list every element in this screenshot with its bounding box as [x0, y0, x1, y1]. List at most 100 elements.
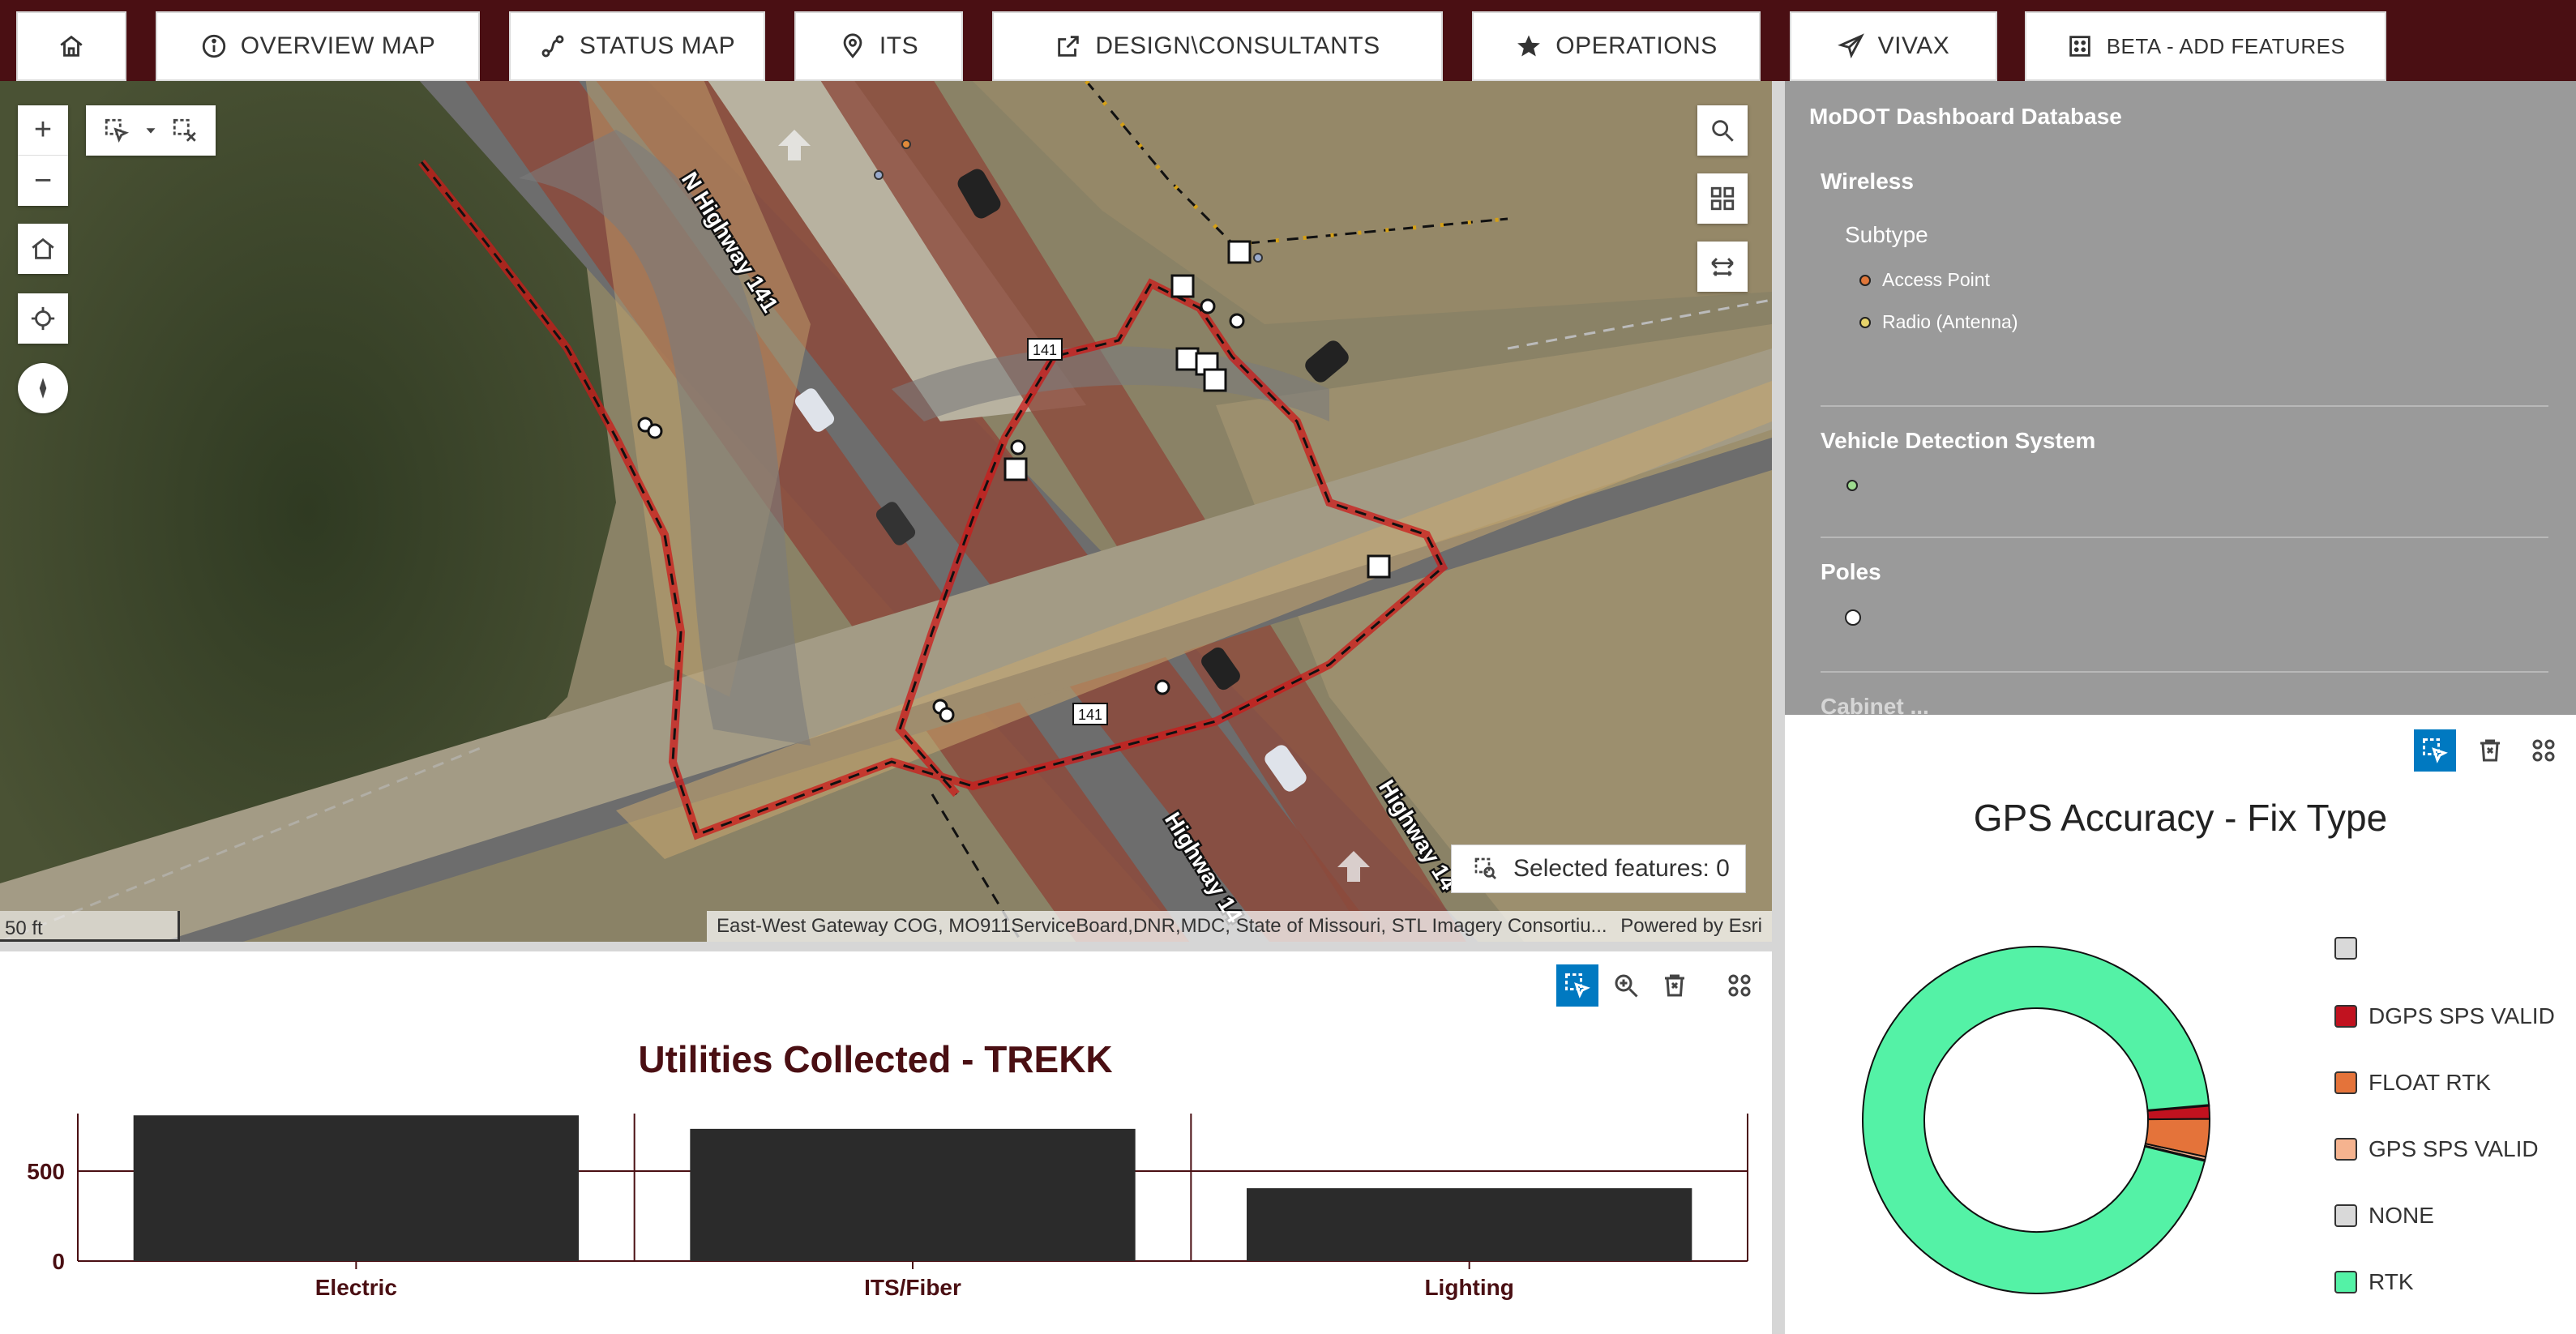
search-icon	[1712, 120, 1734, 142]
legend-swatch	[2334, 937, 2357, 960]
select-chart-button[interactable]	[2414, 729, 2456, 772]
highway-shield-2: 141	[1078, 707, 1102, 723]
home-view-button[interactable]	[18, 224, 68, 274]
x-tick-label: Lighting	[1424, 1275, 1513, 1300]
selection-toolbar	[86, 105, 216, 156]
crosshair-icon	[31, 306, 55, 331]
select-chart-button[interactable]	[1556, 964, 1598, 1007]
trash-icon	[1665, 974, 1684, 997]
legend-divider	[1821, 671, 2548, 673]
nav-overview-map-label: OVERVIEW MAP	[240, 32, 436, 59]
map-view[interactable]: 141 141 N Highway 141 Highway 14 Highway…	[0, 81, 1772, 942]
horizontal-splitter[interactable]	[0, 942, 1772, 951]
pie-legend-item[interactable]	[2334, 937, 2368, 960]
legend-panel: MoDOT Dashboard Database Wireless Subtyp…	[1785, 81, 2576, 715]
legend-item-access-point: Access Point	[1859, 269, 1990, 291]
zoom-control: + −	[18, 105, 68, 206]
access-point-label: Access Point	[1882, 269, 1990, 290]
zoom-out-button[interactable]: −	[18, 156, 68, 206]
info-icon	[202, 34, 225, 58]
send-icon	[1837, 33, 1864, 59]
x-tick-label: Electric	[315, 1275, 397, 1300]
radio-label: Radio (Antenna)	[1882, 311, 2018, 332]
highway-shield-1: 141	[1033, 342, 1057, 358]
star-icon	[1517, 35, 1541, 57]
scale-bar: 50 ft	[0, 911, 180, 942]
legend-wireless-heading: Wireless	[1821, 169, 1914, 194]
pin-icon	[843, 33, 862, 58]
powered-by-esri[interactable]: Powered by Esri	[1620, 915, 1762, 938]
bar-lighting[interactable]	[1247, 1188, 1692, 1261]
clear-selection-icon[interactable]	[171, 117, 199, 144]
legend-label: FLOAT RTK	[2368, 1070, 2491, 1095]
nav-overview-map[interactable]: OVERVIEW MAP	[156, 11, 480, 81]
legend-item-radio: Radio (Antenna)	[1859, 311, 2018, 333]
nav-design-consultants[interactable]: DESIGN\CONSULTANTS	[992, 11, 1443, 81]
chart-options-button[interactable]	[1718, 964, 1761, 1007]
selected-features-widget[interactable]: Selected features: 0	[1451, 844, 1746, 893]
pie-legend-item[interactable]: FLOAT RTK	[2334, 1070, 2491, 1096]
zoom-in-button[interactable]: +	[18, 105, 68, 156]
attribution-text: East-West Gateway COG, MO911ServiceBoard…	[717, 915, 1607, 937]
scale-bar-label: 50 ft	[5, 917, 43, 939]
zoom-to-selection-button[interactable]	[1605, 964, 1647, 1007]
bar-electric[interactable]	[133, 1115, 579, 1261]
utilities-bar-chart[interactable]: 0 500 Electric ITS/Fiber Lighting	[0, 1114, 1772, 1334]
pie-legend-item[interactable]: GPS SPS VALID	[2334, 1136, 2539, 1162]
radio-symbol	[1859, 316, 1871, 328]
nav-design-consultants-label: DESIGN\CONSULTANTS	[1095, 32, 1380, 59]
measure-button[interactable]	[1697, 242, 1748, 292]
pie-legend-item[interactable]: NONE	[2334, 1203, 2434, 1229]
search-button[interactable]	[1697, 105, 1748, 156]
nav-its[interactable]: ITS	[794, 11, 963, 81]
nav-beta-add-features[interactable]: BETA - ADD FEATURES	[2025, 11, 2386, 81]
nav-vivax-label: VIVAX	[1877, 32, 1950, 59]
aerial-imagery: 141 141 N Highway 141 Highway 14 Highway…	[0, 81, 1772, 942]
y-tick-label: 500	[27, 1159, 65, 1184]
legend-swatch	[2334, 1204, 2357, 1227]
legend-divider	[1821, 537, 2548, 538]
clear-chart-selection-button[interactable]	[1654, 964, 1696, 1007]
legend-label: RTK	[2368, 1269, 2414, 1294]
chart-options-button[interactable]	[2523, 729, 2565, 772]
map-attribution: East-West Gateway COG, MO911ServiceBoard…	[707, 911, 1772, 942]
pie-legend-item[interactable]: RTK	[2334, 1269, 2414, 1295]
legend-swatch	[2334, 1271, 2357, 1293]
nav-beta-label: BETA - ADD FEATURES	[2106, 33, 2346, 58]
select-pointer-icon[interactable]	[103, 117, 131, 144]
basemap-icon	[1710, 186, 1735, 211]
basemap-gallery-button[interactable]	[1697, 173, 1748, 224]
pie-legend-item[interactable]: DGPS SPS VALID	[2334, 1003, 2555, 1029]
nav-status-map-label: STATUS MAP	[579, 32, 736, 59]
nav-vivax[interactable]: VIVAX	[1790, 11, 1997, 81]
selected-features-text: Selected features: 0	[1513, 855, 1730, 882]
legend-title: MoDOT Dashboard Database	[1809, 104, 2122, 129]
access-point-symbol	[1859, 274, 1871, 286]
locate-button[interactable]	[18, 293, 68, 344]
grid-dots-icon	[2069, 36, 2090, 57]
vds-symbol	[1846, 480, 1858, 491]
select-pointer-icon	[2423, 738, 2448, 763]
compass-icon	[39, 378, 47, 399]
nav-operations-label: OPERATIONS	[1555, 32, 1718, 59]
vertical-splitter[interactable]	[1772, 81, 1785, 1334]
gps-fix-donut-chart[interactable]	[1850, 934, 2223, 1306]
clear-chart-selection-button[interactable]	[2469, 729, 2511, 772]
home-icon	[32, 237, 54, 259]
nav-operations[interactable]: OPERATIONS	[1472, 11, 1761, 81]
legend-subtype-label: Subtype	[1845, 222, 1928, 247]
nav-its-label: ITS	[879, 32, 919, 59]
top-navigation-bar: OVERVIEW MAP STATUS MAP ITS DESIGN\CONSU…	[0, 0, 2576, 81]
bar-its-fiber[interactable]	[690, 1128, 1136, 1261]
utilities-panel: Utilities Collected - TREKK 0 500 Electric…	[0, 951, 1772, 1334]
x-tick-label: ITS/Fiber	[864, 1275, 961, 1300]
bar-chart-title: Utilities Collected - TREKK	[638, 1038, 1113, 1080]
chevron-down-icon[interactable]	[142, 122, 160, 139]
nav-status-map[interactable]: STATUS MAP	[509, 11, 765, 81]
home-icon	[60, 35, 83, 57]
legend-label: DGPS SPS VALID	[2368, 1003, 2555, 1028]
legend-swatch	[2334, 1005, 2357, 1028]
pie-chart-title: GPS Accuracy - Fix Type	[1973, 797, 2388, 839]
home-button[interactable]	[16, 11, 126, 81]
compass-button[interactable]	[18, 363, 68, 413]
